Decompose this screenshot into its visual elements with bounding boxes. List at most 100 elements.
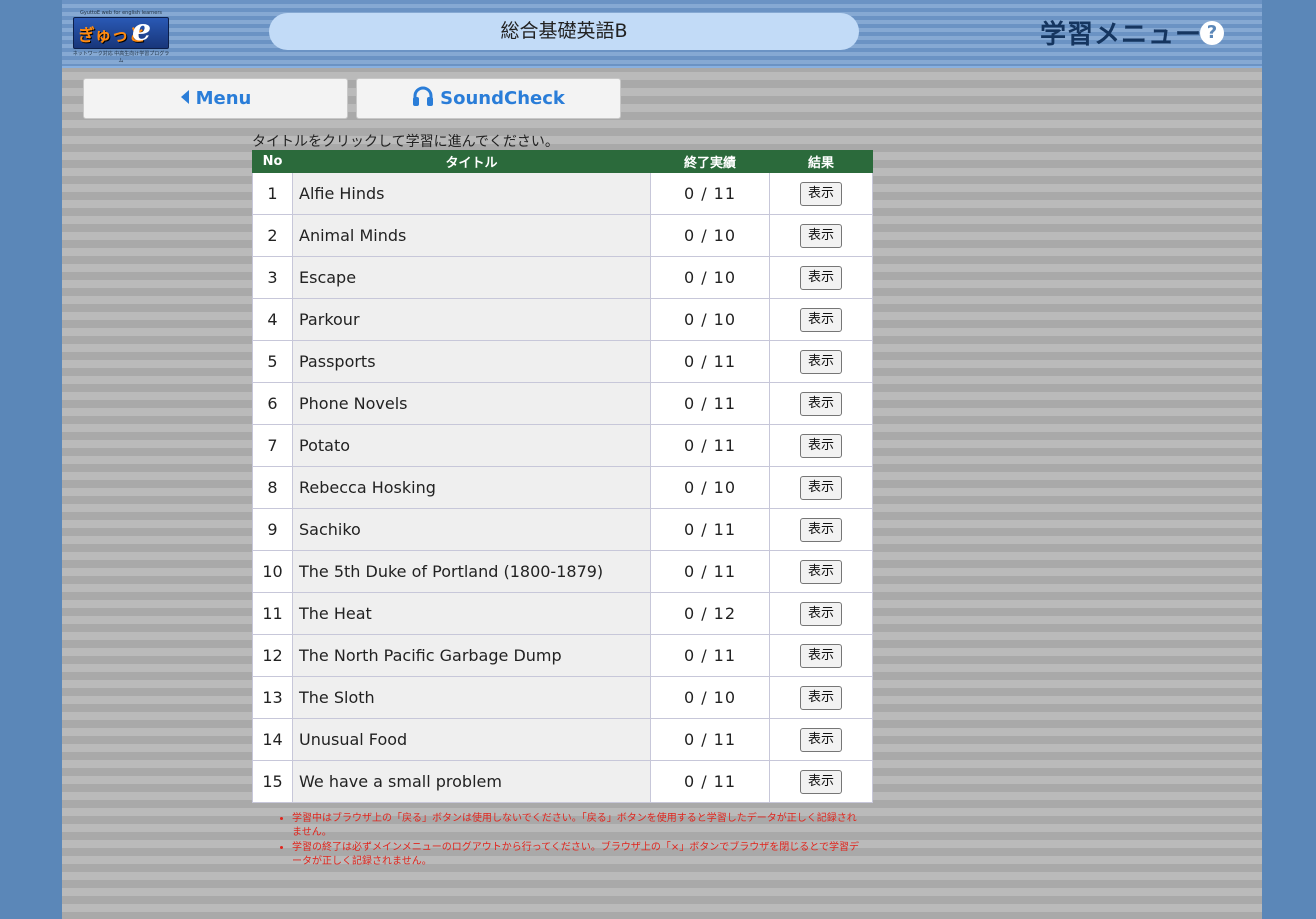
completion-score: 0 / 11 (650, 382, 770, 425)
completion-score: 0 / 12 (650, 592, 770, 635)
lesson-table: No タイトル 終了実績 結果 1 Alfie Hinds 0 / 11 表示 2 Ani… (252, 150, 873, 803)
menu-button-label: Menu (195, 88, 252, 109)
table-row: 1 Alfie Hinds 0 / 11 表示 (252, 172, 873, 215)
result-cell: 表示 (769, 340, 873, 383)
question-circle-icon[interactable]: ? (1200, 21, 1224, 45)
show-result-button[interactable]: 表示 (800, 517, 842, 542)
table-row: 13 The Sloth 0 / 10 表示 (252, 676, 873, 719)
show-result-button[interactable]: 表示 (800, 559, 842, 584)
logo-e-letter: e (132, 13, 152, 48)
row-number: 4 (252, 298, 293, 341)
table-header-row: No タイトル 終了実績 結果 (252, 150, 873, 173)
column-header-result: 結果 (769, 150, 873, 173)
completion-score: 0 / 11 (650, 760, 770, 803)
row-number: 9 (252, 508, 293, 551)
lesson-title-link[interactable]: We have a small problem (292, 760, 651, 803)
lesson-title-link[interactable]: Sachiko (292, 508, 651, 551)
show-result-button[interactable]: 表示 (800, 433, 842, 458)
notice-list: 学習中はブラウザ上の「戻る」ボタンは使用しないでください。「戻る」ボタンを使用す… (274, 812, 862, 870)
notice-item: 学習の終了は必ずメインメニューのログアウトから行ってください。ブラウザ上の「×」… (292, 841, 862, 869)
table-row: 11 The Heat 0 / 12 表示 (252, 592, 873, 635)
result-cell: 表示 (769, 718, 873, 761)
table-row: 5 Passports 0 / 11 表示 (252, 340, 873, 383)
completion-score: 0 / 11 (650, 718, 770, 761)
show-result-button[interactable]: 表示 (800, 685, 842, 710)
result-cell: 表示 (769, 466, 873, 509)
result-cell: 表示 (769, 172, 873, 215)
lesson-title-link[interactable]: Passports (292, 340, 651, 383)
completion-score: 0 / 10 (650, 298, 770, 341)
show-result-button[interactable]: 表示 (800, 475, 842, 500)
lesson-title-link[interactable]: Phone Novels (292, 382, 651, 425)
caret-left-icon (180, 88, 190, 109)
result-cell: 表示 (769, 508, 873, 551)
show-result-button[interactable]: 表示 (800, 391, 842, 416)
result-cell: 表示 (769, 256, 873, 299)
logo-badge: ぎゅっと e (73, 13, 169, 49)
completion-score: 0 / 11 (650, 634, 770, 677)
show-result-button[interactable]: 表示 (800, 601, 842, 626)
course-title: 総合基礎英語B (269, 13, 859, 50)
column-header-title: タイトル (292, 150, 651, 173)
table-row: 8 Rebecca Hosking 0 / 10 表示 (252, 466, 873, 509)
row-number: 12 (252, 634, 293, 677)
show-result-button[interactable]: 表示 (800, 349, 842, 374)
result-cell: 表示 (769, 382, 873, 425)
row-number: 2 (252, 214, 293, 257)
table-row: 10 The 5th Duke of Portland (1800-1879) 0 … (252, 550, 873, 593)
result-cell: 表示 (769, 424, 873, 467)
result-cell: 表示 (769, 760, 873, 803)
row-number: 7 (252, 424, 293, 467)
row-number: 14 (252, 718, 293, 761)
result-cell: 表示 (769, 550, 873, 593)
result-cell: 表示 (769, 676, 873, 719)
lesson-title-link[interactable]: Rebecca Hosking (292, 466, 651, 509)
lesson-title-link[interactable]: The Heat (292, 592, 651, 635)
lesson-title-link[interactable]: The Sloth (292, 676, 651, 719)
table-row: 14 Unusual Food 0 / 11 表示 (252, 718, 873, 761)
lesson-title-link[interactable]: Alfie Hinds (292, 172, 651, 215)
table-row: 3 Escape 0 / 10 表示 (252, 256, 873, 299)
page-title: 学習メニュー (1040, 20, 1203, 50)
lesson-title-link[interactable]: Unusual Food (292, 718, 651, 761)
show-result-button[interactable]: 表示 (800, 727, 842, 752)
result-cell: 表示 (769, 634, 873, 677)
menu-button[interactable]: Menu (83, 78, 348, 119)
show-result-button[interactable]: 表示 (800, 223, 842, 248)
lesson-title-link[interactable]: Potato (292, 424, 651, 467)
logo-subtitle-bottom: ネットワーク対応 中高生向け学習プログラム (72, 51, 170, 64)
show-result-button[interactable]: 表示 (800, 643, 842, 668)
header-bar: GyuttoE web for english learners ぎゅっと e … (62, 0, 1262, 68)
completion-score: 0 / 11 (650, 550, 770, 593)
notice-item: 学習中はブラウザ上の「戻る」ボタンは使用しないでください。「戻る」ボタンを使用す… (292, 812, 862, 840)
completion-score: 0 / 11 (650, 340, 770, 383)
completion-score: 0 / 11 (650, 172, 770, 215)
lesson-title-link[interactable]: Escape (292, 256, 651, 299)
completion-score: 0 / 11 (650, 424, 770, 467)
completion-score: 0 / 11 (650, 508, 770, 551)
page-container: GyuttoE web for english learners ぎゅっと e … (62, 0, 1262, 919)
completion-score: 0 / 10 (650, 214, 770, 257)
table-row: 6 Phone Novels 0 / 11 表示 (252, 382, 873, 425)
show-result-button[interactable]: 表示 (800, 307, 842, 332)
row-number: 1 (252, 172, 293, 215)
headphones-icon (412, 86, 434, 111)
table-row: 2 Animal Minds 0 / 10 表示 (252, 214, 873, 257)
table-row: 15 We have a small problem 0 / 11 表示 (252, 760, 873, 803)
app-logo[interactable]: GyuttoE web for english learners ぎゅっと e … (72, 10, 170, 64)
show-result-button[interactable]: 表示 (800, 181, 842, 206)
show-result-button[interactable]: 表示 (800, 265, 842, 290)
soundcheck-button-label: SoundCheck (440, 88, 565, 109)
completion-score: 0 / 10 (650, 256, 770, 299)
lesson-title-link[interactable]: The North Pacific Garbage Dump (292, 634, 651, 677)
table-row: 4 Parkour 0 / 10 表示 (252, 298, 873, 341)
lesson-title-link[interactable]: Parkour (292, 298, 651, 341)
row-number: 15 (252, 760, 293, 803)
lesson-title-link[interactable]: The 5th Duke of Portland (1800-1879) (292, 550, 651, 593)
table-row: 12 The North Pacific Garbage Dump 0 / 11 表示 (252, 634, 873, 677)
row-number: 8 (252, 466, 293, 509)
soundcheck-button[interactable]: SoundCheck (356, 78, 621, 119)
lesson-title-link[interactable]: Animal Minds (292, 214, 651, 257)
result-cell: 表示 (769, 592, 873, 635)
show-result-button[interactable]: 表示 (800, 769, 842, 794)
